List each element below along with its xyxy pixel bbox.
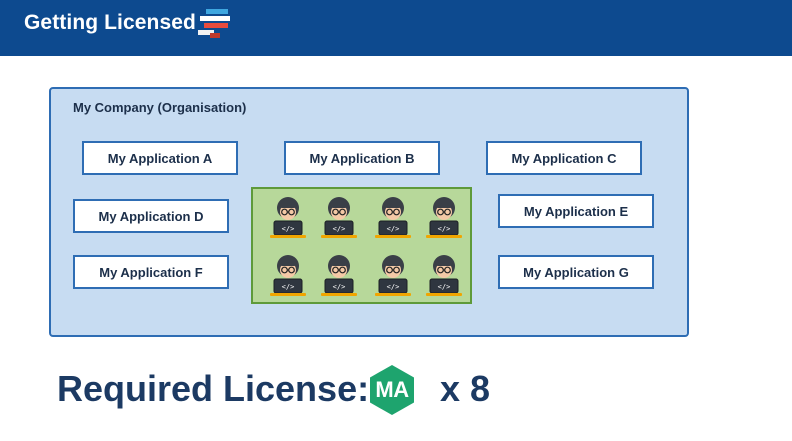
developer-laptop-icon: </> xyxy=(423,193,465,241)
header-bar: Getting Licensed xyxy=(0,0,792,56)
application-a: My Application A xyxy=(82,141,238,175)
developer-laptop-icon: </> xyxy=(372,193,414,241)
application-c: My Application C xyxy=(486,141,642,175)
svg-text:</>: </> xyxy=(282,225,295,233)
page-title: Getting Licensed xyxy=(24,11,196,34)
application-d: My Application D xyxy=(73,199,229,233)
application-g: My Application G xyxy=(498,255,654,289)
developer-laptop-icon: </> xyxy=(372,251,414,299)
svg-text:</>: </> xyxy=(333,283,346,291)
svg-text:</>: </> xyxy=(387,283,400,291)
license-multiplier: x 8 xyxy=(440,368,491,409)
application-e: My Application E xyxy=(498,194,654,228)
developer-laptop-icon: </> xyxy=(267,193,309,241)
svg-text:</>: </> xyxy=(438,283,451,291)
stacked-bars-logo-icon xyxy=(198,9,230,38)
svg-text:</>: </> xyxy=(438,225,451,233)
svg-text:</>: </> xyxy=(333,225,346,233)
application-b: My Application B xyxy=(284,141,440,175)
developers-box: </> </> </> </> </> </> </> </> xyxy=(251,187,472,304)
developer-laptop-icon: </> xyxy=(318,251,360,299)
developer-laptop-icon: </> xyxy=(267,251,309,299)
ma-badge-text: MA xyxy=(375,377,409,402)
organisation-label: My Company (Organisation) xyxy=(73,100,247,115)
developer-laptop-icon: </> xyxy=(423,251,465,299)
required-license-label: Required License: xyxy=(57,368,370,409)
developer-laptop-icon: </> xyxy=(318,193,360,241)
svg-text:</>: </> xyxy=(387,225,400,233)
application-f: My Application F xyxy=(73,255,229,289)
svg-text:</>: </> xyxy=(282,283,295,291)
